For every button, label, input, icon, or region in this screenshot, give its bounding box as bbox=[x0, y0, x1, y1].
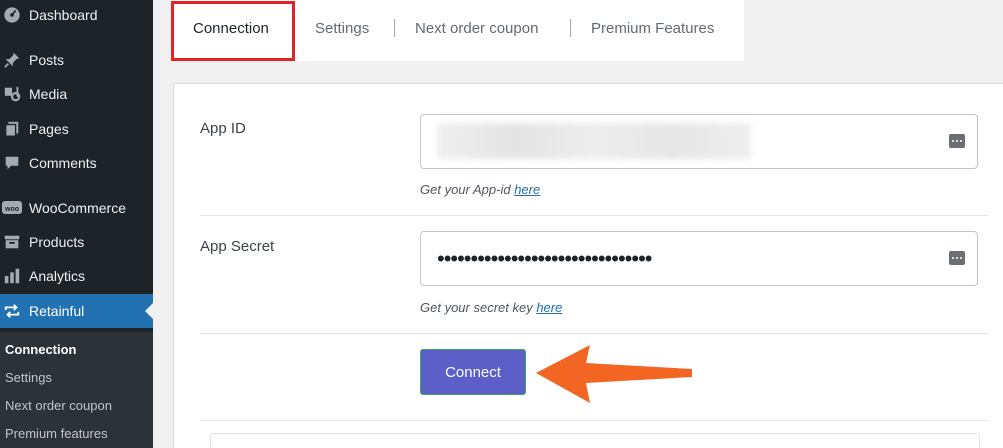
tab-separator bbox=[570, 19, 571, 37]
sidebar-item-label: WooCommerce bbox=[29, 200, 126, 216]
sidebar-item-label: Analytics bbox=[29, 268, 86, 284]
password-manager-icon[interactable] bbox=[949, 251, 965, 265]
sidebar-item-pages[interactable]: Pages bbox=[0, 112, 153, 146]
bottom-card bbox=[210, 433, 980, 448]
sidebar-item-label: Retainful bbox=[29, 303, 85, 319]
app-id-hint: Get your App-id here bbox=[420, 182, 540, 197]
divider bbox=[200, 333, 988, 334]
sidebar-item-comments[interactable]: Comments bbox=[0, 146, 153, 180]
blurred-app-id bbox=[437, 123, 751, 159]
orange-arrow-icon bbox=[536, 345, 692, 403]
sidebar-item-retainful[interactable]: Retainful bbox=[0, 294, 153, 328]
sidebar-item-label: Media bbox=[29, 86, 68, 102]
divider bbox=[200, 215, 988, 216]
dashboard-icon bbox=[2, 5, 22, 25]
app-id-here-link[interactable]: here bbox=[514, 182, 540, 197]
password-manager-icon[interactable] bbox=[949, 134, 965, 148]
tab-connection[interactable]: Connection bbox=[193, 20, 269, 37]
divider bbox=[200, 420, 988, 421]
app-id-field[interactable] bbox=[420, 114, 978, 169]
app-secret-label: App Secret bbox=[200, 238, 275, 255]
media-icon bbox=[2, 84, 22, 104]
secret-hint-text: Get your secret key bbox=[420, 300, 537, 315]
chart-bar-icon bbox=[2, 266, 22, 286]
admin-sidebar: Dashboard Posts Media Pages Comments woo… bbox=[0, 0, 153, 448]
pages-icon bbox=[2, 119, 22, 139]
sidebar-item-analytics[interactable]: Analytics bbox=[0, 259, 153, 293]
sidebar-item-label: Products bbox=[29, 234, 85, 250]
sidebar-item-posts[interactable]: Posts bbox=[0, 43, 153, 77]
sidebar-item-dashboard[interactable]: Dashboard bbox=[0, 0, 153, 32]
tab-settings[interactable]: Settings bbox=[315, 20, 369, 37]
sidebar-item-label: Comments bbox=[29, 155, 97, 171]
sidebar-item-woocommerce[interactable]: woo WooCommerce bbox=[0, 191, 153, 225]
submenu-item-connection[interactable]: Connection bbox=[5, 342, 77, 357]
pin-icon bbox=[2, 50, 22, 70]
submenu-item-premium-features[interactable]: Premium features bbox=[5, 426, 108, 441]
masked-secret: •••••••••••••••••••••••••••••••• bbox=[437, 246, 652, 271]
tab-premium-features[interactable]: Premium Features bbox=[591, 20, 714, 37]
app-id-label: App ID bbox=[200, 120, 246, 137]
sidebar-item-label: Pages bbox=[29, 121, 69, 137]
woo-icon: woo bbox=[2, 198, 22, 218]
svg-text:woo: woo bbox=[4, 206, 19, 213]
secret-here-link[interactable]: here bbox=[536, 300, 562, 315]
connect-button[interactable]: Connect bbox=[420, 349, 526, 395]
app-id-hint-text: Get your App-id bbox=[420, 182, 515, 197]
secret-hint: Get your secret key here bbox=[420, 300, 562, 315]
tab-next-order-coupon[interactable]: Next order coupon bbox=[415, 20, 538, 37]
repeat-icon bbox=[2, 301, 22, 321]
retainful-submenu: Connection Settings Next order coupon Pr… bbox=[0, 332, 153, 448]
app-secret-field[interactable]: •••••••••••••••••••••••••••••••• bbox=[420, 231, 978, 286]
submenu-item-settings[interactable]: Settings bbox=[5, 370, 52, 385]
sidebar-item-products[interactable]: Products bbox=[0, 225, 153, 259]
sidebar-item-label: Posts bbox=[29, 52, 65, 68]
sidebar-item-media[interactable]: Media bbox=[0, 77, 153, 111]
sidebar-item-label: Dashboard bbox=[29, 7, 98, 23]
tab-separator bbox=[394, 19, 395, 37]
archive-icon bbox=[2, 232, 22, 252]
comment-icon bbox=[2, 153, 22, 173]
submenu-item-next-order-coupon[interactable]: Next order coupon bbox=[5, 398, 112, 413]
